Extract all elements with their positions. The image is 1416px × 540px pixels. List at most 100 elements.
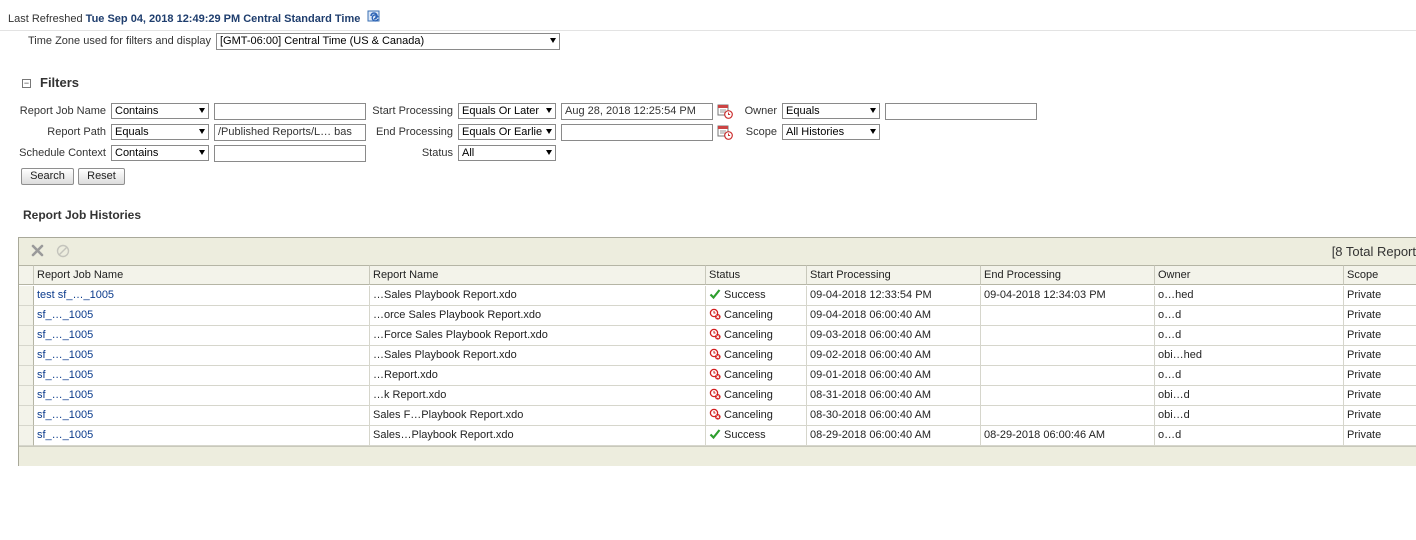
canceling-icon [709,328,721,340]
end-processing-cell [981,366,1155,386]
end-processing-cell [981,326,1155,346]
column-header-status[interactable]: Status [706,265,807,285]
owner-cell: obi…d [1155,406,1344,426]
end-processing-cell [981,306,1155,326]
header-divider [0,30,1416,31]
report-job-name-operator-select[interactable]: Contains [111,103,209,119]
status-cell: Canceling [706,366,807,386]
cancel-circle-icon[interactable] [56,244,70,261]
owner-cell: o…d [1155,326,1344,346]
scope-cell: Private [1344,426,1416,446]
row-selector[interactable] [19,326,34,346]
report-job-name-link[interactable]: test sf_…_1005 [34,286,370,306]
timezone-select[interactable]: [GMT-06:00] Central Time (US & Canada) [216,33,560,50]
column-header-report-name[interactable]: Report Name [370,265,706,285]
filters-title: Filters [40,75,80,90]
start-processing-cell: 09-04-2018 06:00:40 AM [807,306,981,326]
scope-cell: Private [1344,386,1416,406]
column-header-start-processing[interactable]: Start Processing [807,265,981,285]
scope-cell: Private [1344,406,1416,426]
status-cell: Canceling [706,346,807,366]
report-job-name-link[interactable]: sf_…_1005 [34,386,370,406]
report-name-cell: Sales F…Playbook Report.xdo [370,406,706,426]
column-header-scope[interactable]: Scope [1344,265,1416,285]
check-icon [709,289,721,300]
chevron-down-icon [546,150,552,155]
end-processing-date-input[interactable] [561,124,713,141]
report-job-name-link[interactable]: sf_…_1005 [34,426,370,446]
row-selector[interactable] [19,366,34,386]
canceling-icon [709,348,721,360]
chevron-down-icon [546,108,552,113]
table-footer [19,446,1416,466]
filters-collapse-toggle[interactable]: − [22,79,31,88]
chevron-down-icon [870,129,876,134]
report-job-name-link[interactable]: sf_…_1005 [34,326,370,346]
search-button[interactable]: Search [21,168,74,185]
start-processing-operator-select[interactable]: Equals Or Later [458,103,556,119]
owner-cell: obi…d [1155,386,1344,406]
owner-operator-select[interactable]: Equals [782,103,880,119]
chevron-down-icon [199,129,205,134]
report-job-name-link[interactable]: sf_…_1005 [34,306,370,326]
status-cell: Canceling [706,386,807,406]
status-label: Status [421,147,453,159]
row-selector[interactable] [19,386,34,406]
report-job-name-link[interactable]: sf_…_1005 [34,346,370,366]
row-selector-header [19,265,34,285]
report-job-histories-panel: [8 Total Report Report Job Name Report N… [18,237,1416,466]
column-header-owner[interactable]: Owner [1155,265,1344,285]
status-cell: Canceling [706,326,807,346]
calendar-clock-icon[interactable] [717,124,733,140]
column-header-end-processing[interactable]: End Processing [981,265,1155,285]
status-select[interactable]: All [458,145,556,161]
last-refreshed: Last Refreshed Tue Sep 04, 2018 12:49:29… [8,10,383,28]
report-path-label: Report Path [47,126,106,138]
total-report-count: [8 Total Report [1331,244,1416,259]
start-processing-cell: 08-31-2018 06:00:40 AM [807,386,981,406]
start-processing-cell: 08-30-2018 06:00:40 AM [807,406,981,426]
end-processing-cell [981,386,1155,406]
schedule-context-operator-select[interactable]: Contains [111,145,209,161]
delete-x-icon[interactable] [30,243,45,261]
end-processing-label: End Processing [375,126,453,138]
row-selector[interactable] [19,426,34,446]
start-processing-cell: 09-01-2018 06:00:40 AM [807,366,981,386]
start-processing-cell: 08-29-2018 06:00:40 AM [807,426,981,446]
end-processing-cell: 09-04-2018 12:34:03 PM [981,286,1155,306]
histories-table: Report Job Name Report Name Status Start… [19,265,1416,446]
row-selector[interactable] [19,406,34,426]
row-selector[interactable] [19,306,34,326]
refresh-icon[interactable] [367,10,383,28]
report-name-cell: …Sales Playbook Report.xdo [370,286,706,306]
calendar-clock-icon[interactable] [717,103,733,119]
start-processing-date-input[interactable]: Aug 28, 2018 12:25:54 PM [561,103,713,120]
end-processing-operator-select[interactable]: Equals Or Earlie [458,124,556,140]
reset-button[interactable]: Reset [78,168,125,185]
owner-input[interactable] [885,103,1037,120]
report-name-cell: Sales…Playbook Report.xdo [370,426,706,446]
report-job-name-link[interactable]: sf_…_1005 [34,366,370,386]
canceling-icon [709,388,721,400]
report-path-operator-select[interactable]: Equals [111,124,209,140]
chevron-down-icon [546,129,552,134]
scope-cell: Private [1344,286,1416,306]
status-cell: Canceling [706,406,807,426]
report-job-name-link[interactable]: sf_…_1005 [34,406,370,426]
scope-select[interactable]: All Histories [782,124,880,140]
canceling-icon [709,408,721,420]
report-name-cell: …k Report.xdo [370,386,706,406]
column-header-report-job-name[interactable]: Report Job Name [34,265,370,285]
schedule-context-input[interactable] [214,145,366,162]
scope-cell: Private [1344,306,1416,326]
row-selector[interactable] [19,286,34,306]
scope-cell: Private [1344,366,1416,386]
owner-cell: o…d [1155,426,1344,446]
report-name-cell: …Force Sales Playbook Report.xdo [370,326,706,346]
report-path-input[interactable]: /Published Reports/L… bas [214,124,366,141]
report-job-name-input[interactable] [214,103,366,120]
chevron-down-icon [199,108,205,113]
owner-cell: o…d [1155,306,1344,326]
row-selector[interactable] [19,346,34,366]
chevron-down-icon [199,150,205,155]
